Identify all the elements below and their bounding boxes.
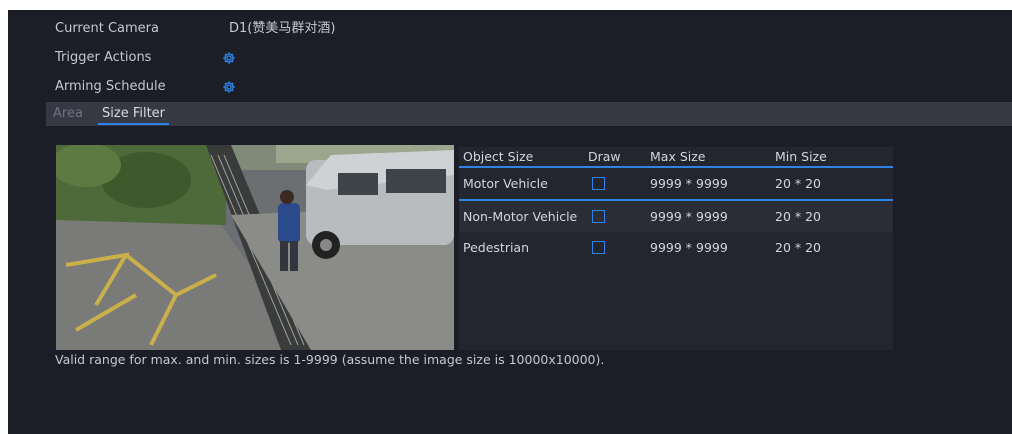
max-size-cell[interactable]: 9999 * 9999 xyxy=(650,168,728,199)
camera-image xyxy=(56,145,454,350)
header-max-size: Max Size xyxy=(650,149,706,164)
tab-bar: Area Size Filter xyxy=(46,102,1012,126)
smart-detection-panel: Current Camera D1(赞美马群对酒) Trigger Action… xyxy=(8,10,1012,434)
tab-size-filter[interactable]: Size Filter xyxy=(98,105,170,125)
arming-schedule-label: Arming Schedule xyxy=(55,79,166,94)
header-object-size: Object Size xyxy=(463,149,534,164)
max-size-cell[interactable]: 9999 * 9999 xyxy=(650,201,728,232)
min-size-cell[interactable]: 20 * 20 xyxy=(775,232,821,263)
current-camera-label: Current Camera xyxy=(55,21,159,36)
gear-icon[interactable] xyxy=(222,80,236,94)
min-size-cell[interactable]: 20 * 20 xyxy=(775,168,821,199)
max-size-cell[interactable]: 9999 * 9999 xyxy=(650,232,728,263)
header-draw: Draw xyxy=(588,149,621,164)
object-size-cell: Motor Vehicle xyxy=(463,176,548,191)
size-filter-table: Object Size Draw Max Size Min Size Motor… xyxy=(459,147,893,350)
trigger-actions-label: Trigger Actions xyxy=(55,50,152,65)
table-row[interactable]: Non-Motor Vehicle 9999 * 9999 20 * 20 xyxy=(459,201,893,232)
tab-area[interactable]: Area xyxy=(53,105,83,123)
object-size-cell: Non-Motor Vehicle xyxy=(463,209,578,224)
header-min-size: Min Size xyxy=(775,149,827,164)
size-range-note: Valid range for max. and min. sizes is 1… xyxy=(55,352,605,367)
camera-preview[interactable] xyxy=(56,145,454,350)
table-row[interactable]: Motor Vehicle 9999 * 9999 20 * 20 xyxy=(459,168,893,199)
edit-icon[interactable] xyxy=(592,210,605,223)
edit-icon[interactable] xyxy=(592,241,605,254)
gear-icon[interactable] xyxy=(222,51,236,65)
table-row[interactable]: Pedestrian 9999 * 9999 20 * 20 xyxy=(459,232,893,263)
edit-icon[interactable] xyxy=(592,177,605,190)
current-camera-value[interactable]: D1(赞美马群对酒) xyxy=(229,19,335,39)
min-size-cell[interactable]: 20 * 20 xyxy=(775,201,821,232)
object-size-cell: Pedestrian xyxy=(463,240,530,255)
